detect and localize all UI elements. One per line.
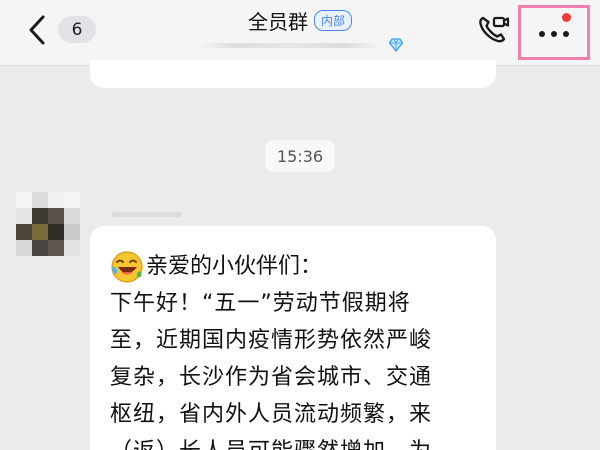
avatar[interactable] [16,192,80,256]
blurred-subtitle-text [200,43,380,48]
blurred-sender-name [112,212,182,217]
video-call-button[interactable] [474,12,514,48]
group-tag: 内部 [313,10,353,31]
greeting-text: 亲爱的小伙伴们： [146,254,323,279]
message-bubble[interactable]: 亲爱的小伙伴们： 下午好！“五一”劳动节假期将 至，近期国内疫情形势依然严峻 复… [90,226,496,450]
chevron-left-icon [29,15,45,45]
greeting-line: 亲爱的小伙伴们： [110,248,478,285]
back-button[interactable] [22,12,52,48]
more-options-button[interactable] [518,5,590,60]
diamond-icon [389,38,403,52]
laughing-face-emoji [111,250,143,283]
chat-subtitle [200,38,403,54]
more-dots-icon [539,31,569,37]
notification-dot [562,13,571,22]
time-stamp: 15:36 [265,140,335,172]
chat-title: 全员群 [247,10,308,34]
chat-title-area[interactable]: 全员群 内部 [247,6,353,35]
unread-count-badge[interactable]: 6 [58,16,96,43]
previous-message-bubble[interactable] [90,60,496,88]
message-text: 下午好！“五一”劳动节假期将 至，近期国内疫情形势依然严峻 复杂，长沙作为省会城… [110,291,433,450]
chat-header: 6 全员群 内部 [0,0,600,66]
phone-video-icon [479,16,510,43]
